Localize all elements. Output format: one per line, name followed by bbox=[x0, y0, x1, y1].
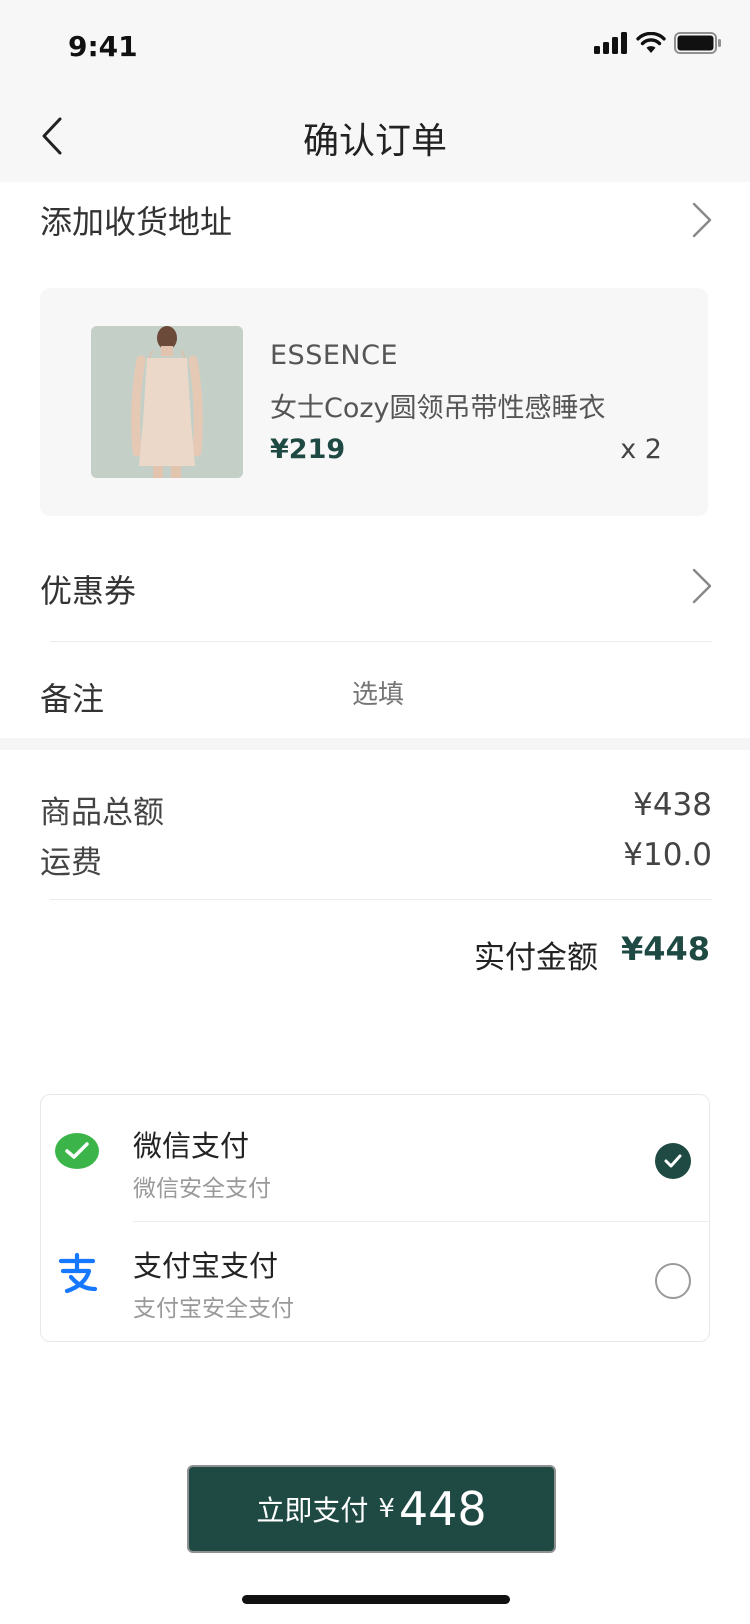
add-address-label: 添加收货地址 bbox=[40, 203, 233, 241]
status-icons bbox=[594, 32, 722, 54]
product-image bbox=[91, 326, 243, 478]
nav-bar: 确认订单 bbox=[0, 92, 750, 182]
chevron-right-icon bbox=[692, 568, 712, 604]
alipay-icon bbox=[58, 1252, 98, 1294]
shipping-label: 运费 bbox=[40, 845, 102, 881]
payment-option-alipay[interactable]: 支付宝支付 支付宝安全支付 bbox=[41, 1219, 709, 1339]
product-brand: ESSENCE bbox=[270, 340, 399, 371]
check-icon bbox=[664, 1154, 682, 1168]
goods-total-label: 商品总额 bbox=[40, 795, 164, 831]
goods-total-value: ¥438 bbox=[633, 787, 712, 823]
page-title: 确认订单 bbox=[302, 121, 447, 162]
product-name: 女士Cozy圆领吊带性感睡衣 bbox=[270, 393, 606, 424]
pay-now-label: 立即支付 bbox=[256, 1494, 369, 1527]
coupon-label: 优惠券 bbox=[40, 572, 137, 610]
wifi-icon bbox=[636, 32, 666, 53]
payment-title: 支付宝支付 bbox=[133, 1249, 279, 1283]
chevron-right-icon bbox=[692, 202, 712, 238]
remark-label: 备注 bbox=[40, 680, 105, 718]
coupon-row[interactable]: 优惠券 bbox=[0, 546, 750, 626]
pay-now-currency: ¥ bbox=[378, 1494, 395, 1524]
paid-amount-label: 实付金额 bbox=[474, 940, 598, 976]
wechat-pay-icon bbox=[55, 1133, 99, 1169]
status-bar: 9:41 bbox=[0, 0, 750, 92]
radio-unselected[interactable] bbox=[655, 1263, 691, 1299]
add-address-row[interactable]: 添加收货地址 bbox=[0, 182, 750, 252]
paid-amount-value: ¥448 bbox=[620, 930, 710, 968]
radio-selected[interactable] bbox=[655, 1143, 691, 1179]
payment-title: 微信支付 bbox=[133, 1129, 250, 1163]
pay-now-button[interactable]: 立即支付 ¥ 448 bbox=[187, 1465, 556, 1553]
payment-subtitle: 微信安全支付 bbox=[133, 1176, 271, 1202]
battery-icon bbox=[674, 32, 721, 54]
cellular-signal-icon bbox=[594, 32, 627, 54]
product-card[interactable]: ESSENCE 女士Cozy圆领吊带性感睡衣 ¥219 x 2 bbox=[40, 288, 708, 516]
payment-option-wechat[interactable]: 微信支付 微信安全支付 bbox=[41, 1099, 709, 1219]
remark-input[interactable] bbox=[352, 674, 692, 716]
pay-now-amount: 448 bbox=[398, 1482, 487, 1536]
home-indicator bbox=[242, 1595, 510, 1604]
product-quantity: x 2 bbox=[620, 434, 662, 465]
product-price: ¥219 bbox=[270, 434, 346, 465]
payment-methods: 微信支付 微信安全支付 支付宝支付 支付宝安全支付 bbox=[40, 1094, 710, 1342]
payment-subtitle: 支付宝安全支付 bbox=[133, 1296, 294, 1322]
divider bbox=[50, 641, 712, 642]
status-time: 9:41 bbox=[68, 30, 138, 63]
divider bbox=[50, 899, 712, 900]
section-gap bbox=[0, 738, 750, 750]
shipping-value: ¥10.0 bbox=[623, 837, 712, 873]
remark-row: 备注 bbox=[0, 660, 750, 730]
